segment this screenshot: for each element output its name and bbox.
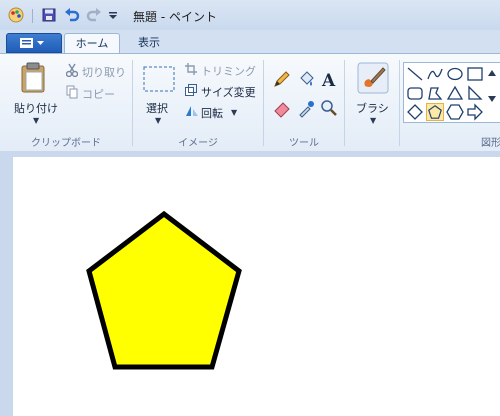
cut-button[interactable]: 切り取り: [82, 64, 126, 80]
canvas-area: [0, 151, 500, 416]
eraser-icon[interactable]: [272, 98, 292, 118]
paint-menu-icon: [20, 38, 44, 48]
svg-text:A: A: [321, 71, 336, 89]
paste-label: 貼り付け: [14, 102, 58, 115]
brushes-button[interactable]: ブラシ ▼: [351, 60, 395, 130]
hexagon-shape-icon[interactable]: [446, 103, 464, 121]
rectangle-shape-icon[interactable]: [466, 65, 484, 83]
drawing-canvas[interactable]: [13, 157, 500, 416]
select-label: 選択: [146, 102, 168, 115]
line-shape-icon[interactable]: [406, 65, 424, 83]
rotate-dropdown-icon[interactable]: ▼: [231, 108, 237, 117]
shapes-scroll[interactable]: [486, 66, 498, 120]
curve-shape-icon[interactable]: [426, 65, 444, 83]
rotate-icon: [186, 106, 198, 116]
copy-icon: [66, 85, 78, 99]
rounded-rectangle-shape-icon[interactable]: [406, 84, 424, 102]
select-button[interactable]: 選択 ▼: [139, 60, 177, 130]
ribbon: 貼り付け ▼ 切り取り コピー クリップボード 選択 ▼ トリミング サイズ変更…: [0, 53, 500, 152]
brushes-dropdown-icon: ▼: [370, 116, 377, 125]
tools-group: A ツール: [264, 54, 344, 151]
paint-menu-button[interactable]: [6, 33, 62, 53]
color-picker-icon[interactable]: [296, 98, 316, 118]
rotate-button[interactable]: 回転: [201, 105, 223, 121]
text-icon[interactable]: A: [319, 69, 339, 89]
brushes-group: ブラシ ▼: [345, 54, 399, 151]
group-divider: [399, 60, 400, 146]
title-bar: 無題 - ペイント: [0, 0, 500, 30]
fill-icon[interactable]: [296, 69, 316, 89]
triangle-shape-icon[interactable]: [446, 84, 464, 102]
undo-icon[interactable]: [64, 8, 80, 22]
resize-button[interactable]: サイズ変更: [201, 84, 256, 100]
ribbon-tab-row: ホーム 表示: [0, 30, 500, 54]
save-icon[interactable]: [42, 8, 56, 22]
select-icon: [143, 66, 175, 92]
pencil-icon[interactable]: [272, 69, 292, 89]
magnifier-icon[interactable]: [319, 98, 339, 118]
right-triangle-shape-icon[interactable]: [466, 84, 484, 102]
image-group: 選択 ▼ トリミング サイズ変更 回転 ▼ イメージ: [133, 54, 263, 151]
copy-button[interactable]: コピー: [82, 86, 115, 102]
crop-icon: [185, 63, 197, 75]
diamond-shape-icon[interactable]: [406, 103, 424, 121]
shapes-gallery: [403, 62, 500, 123]
paste-dropdown-icon: ▼: [33, 116, 40, 125]
cut-icon: [66, 63, 78, 77]
customize-dropdown-icon[interactable]: [108, 12, 118, 20]
polygon-shape-icon[interactable]: [426, 84, 444, 102]
clipboard-group-label: クリップボード: [31, 138, 101, 149]
tab-home[interactable]: ホーム: [64, 33, 120, 54]
brush-icon: [357, 62, 389, 94]
paint-app-icon[interactable]: [8, 7, 24, 23]
pentagon-drawing: [86, 210, 242, 370]
pentagon-shape-icon[interactable]: [426, 103, 444, 121]
crop-button[interactable]: トリミング: [201, 63, 256, 79]
tab-view[interactable]: 表示: [124, 33, 174, 53]
oval-shape-icon[interactable]: [446, 65, 464, 83]
redo-icon[interactable]: [86, 8, 102, 22]
clipboard-group: 貼り付け ▼ 切り取り コピー クリップボード: [0, 54, 132, 151]
image-group-label: イメージ: [178, 138, 218, 149]
brushes-label: ブラシ: [356, 102, 389, 115]
resize-icon: [185, 84, 197, 96]
arrow-shape-icon[interactable]: [466, 103, 484, 121]
shapes-group-label: 図形: [481, 138, 500, 149]
paste-icon: [21, 62, 45, 93]
qa-divider: [32, 9, 33, 23]
select-dropdown-icon: ▼: [155, 116, 162, 125]
paste-button[interactable]: 貼り付け ▼: [10, 60, 58, 130]
tools-group-label: ツール: [289, 138, 319, 149]
window-title: 無題 - ペイント: [133, 10, 217, 24]
